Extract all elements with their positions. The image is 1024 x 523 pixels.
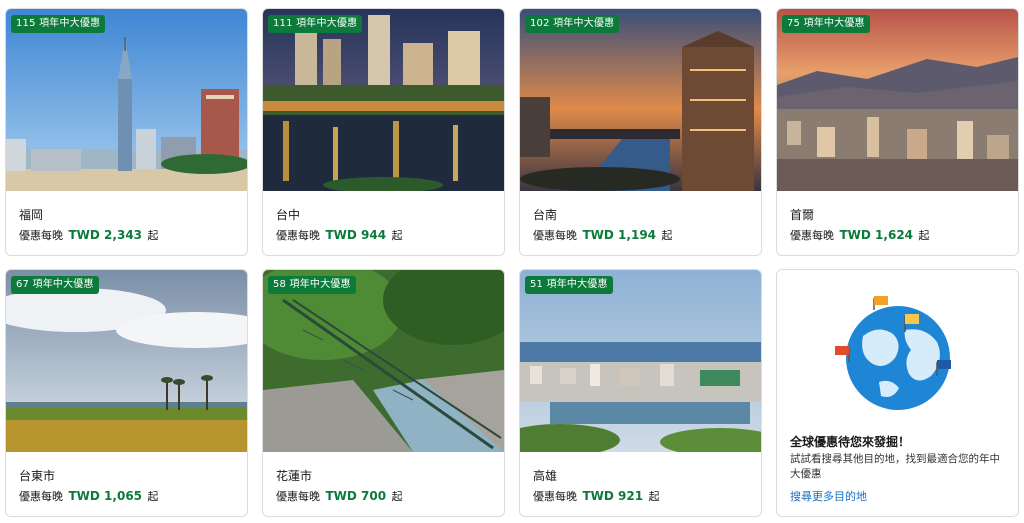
deal-count-badge: 111 項年中大優惠 [268,15,363,33]
price-line: 優惠每晚 TWD 700 起 [276,488,403,504]
price-prefix: 優惠每晚 [533,490,577,503]
price-prefix: 優惠每晚 [790,229,834,242]
destination-photo: 115 項年中大優惠 [6,9,247,191]
price-suffix: 起 [391,490,403,503]
city-name: 首爾 [790,208,815,222]
price-suffix: 起 [147,490,159,503]
destination-card-tainan[interactable]: 102 項年中大優惠 台南 優惠每晚 TWD 1,194 起 [519,8,762,256]
city-name: 高雄 [533,469,558,483]
destination-card-fukuoka[interactable]: 115 項年中大優惠 福岡 優惠每晚 TWD 2,343 起 [5,8,248,256]
price-value: TWD 921 [582,489,644,503]
destination-photo: 111 項年中大優惠 [263,9,504,191]
destination-card-kaohsiung[interactable]: 51 項年中大優惠 高雄 優惠每晚 TWD 921 起 [519,269,762,517]
city-name: 台東市 [19,469,56,483]
deal-count-badge: 58 項年中大優惠 [268,276,356,294]
price-suffix: 起 [147,229,159,242]
price-value: TWD 1,065 [68,489,143,503]
promo-description: 試試看搜尋其他目的地，找到最適合您的年中大優惠 [790,453,1000,480]
price-line: 優惠每晚 TWD 944 起 [276,227,403,243]
price-value: TWD 1,624 [839,228,914,242]
price-prefix: 優惠每晚 [276,229,320,242]
explore-more-card: 全球優惠待您來發掘！ 試試看搜尋其他目的地，找到最適合您的年中大優惠 搜尋更多目… [776,269,1019,517]
deal-count-badge: 102 項年中大優惠 [525,15,620,33]
price-value: TWD 2,343 [68,228,143,242]
deal-count-badge: 67 項年中大優惠 [11,276,99,294]
promo-title: 全球優惠待您來發掘！ [790,435,911,449]
destination-grid: 115 項年中大優惠 福岡 優惠每晚 TWD 2,343 起 111 項年中大優… [5,8,1019,518]
destination-photo: 102 項年中大優惠 [520,9,761,191]
price-prefix: 優惠每晚 [276,490,320,503]
deal-count-badge: 51 項年中大優惠 [525,276,613,294]
globe-with-flags-icon [833,286,963,416]
city-name: 花蓮市 [276,469,313,483]
destination-card-taichung[interactable]: 111 項年中大優惠 台中 優惠每晚 TWD 944 起 [262,8,505,256]
destination-card-hualien[interactable]: 58 項年中大優惠 花蓮市 優惠每晚 TWD 700 起 [262,269,505,517]
price-line: 優惠每晚 TWD 921 起 [533,488,660,504]
price-prefix: 優惠每晚 [19,490,63,503]
price-suffix: 起 [648,490,660,503]
destination-photo: 58 項年中大優惠 [263,270,504,452]
price-line: 優惠每晚 TWD 1,624 起 [790,227,930,243]
destination-card-seoul[interactable]: 75 項年中大優惠 首爾 優惠每晚 TWD 1,624 起 [776,8,1019,256]
price-line: 優惠每晚 TWD 2,343 起 [19,227,159,243]
price-prefix: 優惠每晚 [19,229,63,242]
search-more-destinations-link[interactable]: 搜尋更多目的地 [790,488,867,504]
price-value: TWD 1,194 [582,228,657,242]
price-value: TWD 944 [325,228,387,242]
city-name: 台南 [533,208,558,222]
price-line: 優惠每晚 TWD 1,194 起 [533,227,673,243]
destination-photo: 75 項年中大優惠 [777,9,1018,191]
price-suffix: 起 [918,229,930,242]
destination-card-taitung[interactable]: 67 項年中大優惠 台東市 優惠每晚 TWD 1,065 起 [5,269,248,517]
city-name: 台中 [276,208,301,222]
deal-count-badge: 115 項年中大優惠 [11,15,106,33]
price-value: TWD 700 [325,489,387,503]
destination-photo: 67 項年中大優惠 [6,270,247,452]
city-name: 福岡 [19,208,44,222]
price-suffix: 起 [391,229,403,242]
destination-photo: 51 項年中大優惠 [520,270,761,452]
price-line: 優惠每晚 TWD 1,065 起 [19,488,159,504]
price-prefix: 優惠每晚 [533,229,577,242]
deal-count-badge: 75 項年中大優惠 [782,15,870,33]
price-suffix: 起 [661,229,673,242]
